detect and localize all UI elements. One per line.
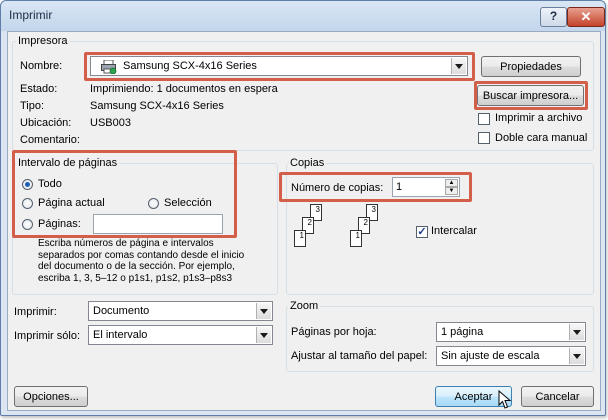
- cancel-button[interactable]: Cancelar: [521, 386, 594, 407]
- print-only-label: Imprimir sólo:: [14, 330, 81, 342]
- properties-button[interactable]: Propiedades: [481, 56, 581, 77]
- collate-illustration-left: 3 2 1: [292, 204, 332, 254]
- duplex-checkbox[interactable]: [478, 132, 490, 144]
- scale-label: Ajustar al tamaño del papel:: [291, 350, 428, 362]
- copies-group-title: Copias: [288, 157, 327, 169]
- print-what-value: Documento: [93, 305, 150, 317]
- chevron-down-icon[interactable]: [256, 327, 271, 343]
- window-title: Imprimir: [9, 8, 53, 22]
- close-button[interactable]: ✕: [567, 7, 605, 27]
- status-label: Estado:: [20, 83, 58, 95]
- print-what-select[interactable]: Documento: [88, 301, 273, 321]
- status-value: Imprimiendo: 1 documentos en espera: [90, 83, 278, 95]
- collate-checkbox[interactable]: ✓: [416, 226, 428, 238]
- print-only-select[interactable]: El intervalo: [88, 325, 273, 345]
- page-range-help-text: Escriba números de página e intervalos s…: [38, 238, 245, 284]
- options-button[interactable]: Opciones...: [14, 386, 88, 407]
- chevron-down-icon[interactable]: [569, 324, 584, 340]
- print-only-value: El intervalo: [93, 329, 148, 341]
- scale-select[interactable]: Sin ajuste de escala: [436, 346, 586, 366]
- print-dialog: Imprimir ? ✕ Impresora Nombre: Samsung S…: [0, 0, 606, 416]
- collate-illustration-right: 3 2 1: [348, 204, 388, 254]
- location-label: Ubicación:: [20, 117, 72, 129]
- page-icon: 1: [350, 230, 362, 247]
- title-bar: Imprimir ? ✕: [1, 1, 605, 31]
- printer-group-title: Impresora: [16, 35, 70, 47]
- pages-per-sheet-select[interactable]: 1 página: [436, 322, 586, 342]
- zoom-group-title: Zoom: [288, 300, 321, 312]
- highlight-printer-name: [84, 52, 475, 81]
- duplex-label: Doble cara manual: [495, 132, 588, 144]
- type-value: Samsung SCX-4x16 Series: [90, 100, 224, 112]
- page-icon: 1: [294, 230, 306, 247]
- scale-value: Sin ajuste de escala: [441, 350, 540, 362]
- print-what-label: Imprimir:: [14, 306, 57, 318]
- chevron-down-icon[interactable]: [256, 303, 271, 319]
- pages-per-sheet-value: 1 página: [441, 326, 484, 338]
- highlight-copies: [279, 172, 472, 202]
- highlight-find-printer: [474, 81, 588, 110]
- print-to-file-checkbox[interactable]: [478, 113, 490, 125]
- comment-label: Comentario:: [20, 134, 80, 146]
- mouse-cursor-icon: [498, 390, 512, 409]
- help-button[interactable]: ?: [540, 7, 567, 27]
- collate-label: Intercalar: [431, 225, 477, 237]
- dialog-body: Impresora Nombre: Samsung SCX-4x16 Serie…: [7, 31, 601, 411]
- pages-per-sheet-label: Páginas por hoja:: [291, 326, 377, 338]
- printer-name-label: Nombre:: [20, 60, 63, 72]
- print-to-file-label: Imprimir a archivo: [495, 112, 583, 124]
- type-label: Tipo:: [20, 100, 45, 112]
- location-value: USB003: [90, 117, 131, 129]
- highlight-page-range: [12, 150, 237, 238]
- chevron-down-icon[interactable]: [569, 348, 584, 364]
